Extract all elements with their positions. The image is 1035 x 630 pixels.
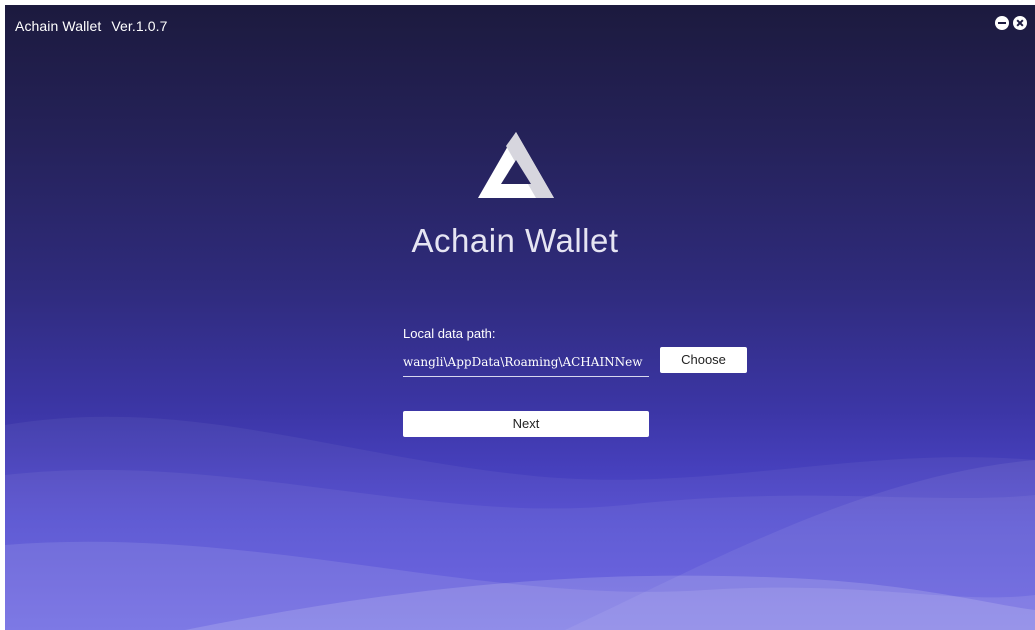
window-title: Achain Wallet Ver.1.0.7 bbox=[15, 18, 168, 34]
app-window: Achain Wallet Ver.1.0.7 Achain Wallet Loc… bbox=[5, 5, 1035, 630]
app-name-heading: Achain Wallet bbox=[411, 222, 619, 259]
next-button[interactable]: Next bbox=[403, 411, 649, 437]
close-icon[interactable] bbox=[1013, 16, 1027, 30]
title-bar: Achain Wallet Ver.1.0.7 bbox=[5, 5, 1035, 45]
minimize-icon[interactable] bbox=[995, 16, 1009, 30]
version-label: Ver.1.0.7 bbox=[111, 18, 168, 34]
achain-logo-icon bbox=[478, 132, 554, 198]
local-data-path-input[interactable] bbox=[403, 348, 649, 377]
local-data-path-label: Local data path: bbox=[403, 326, 496, 341]
choose-button[interactable]: Choose bbox=[660, 347, 747, 373]
background-waves bbox=[5, 416, 1035, 630]
app-title: Achain Wallet bbox=[15, 18, 102, 34]
